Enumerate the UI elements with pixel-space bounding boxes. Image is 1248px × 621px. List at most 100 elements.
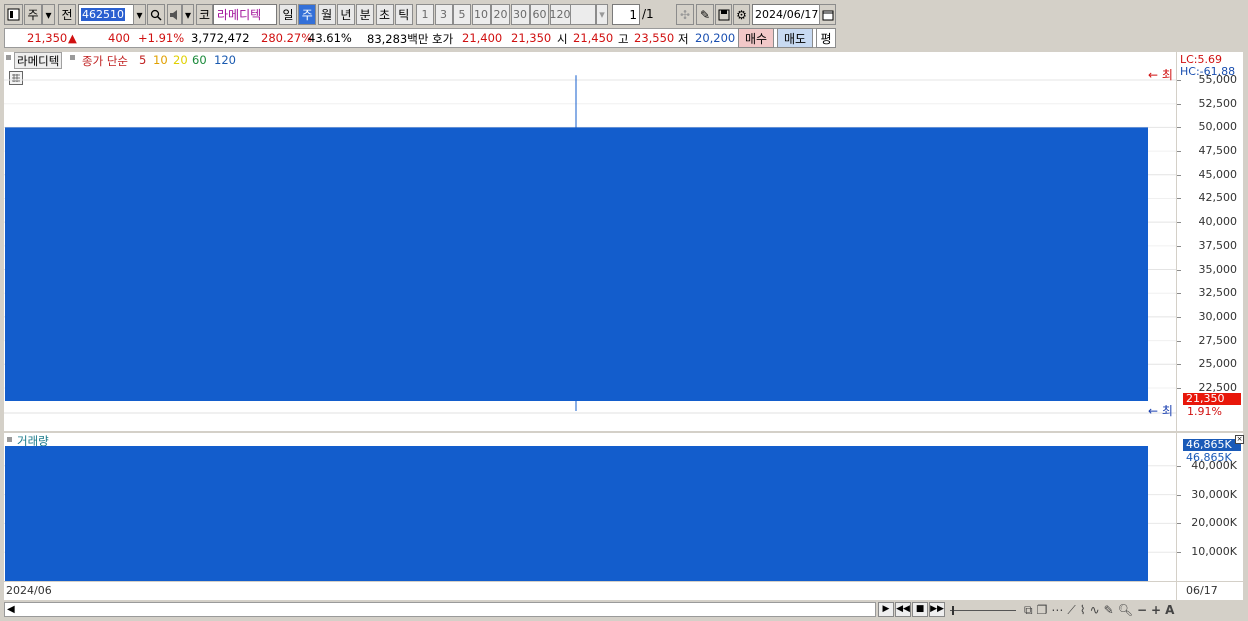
up-arrow-icon: ▲ xyxy=(68,31,77,45)
volume-tick-mark xyxy=(1177,552,1181,554)
sell-button[interactable]: 매도 xyxy=(777,28,813,48)
line-tool-icon[interactable]: ⌇ xyxy=(1080,603,1086,617)
market-select[interactable]: 주 xyxy=(24,4,42,25)
zoom-icon[interactable]: 🔍︎ xyxy=(1118,603,1133,617)
zoom-in-icon[interactable]: + xyxy=(1151,603,1161,617)
zoom-slider[interactable] xyxy=(950,606,1018,615)
zoom-out-icon[interactable]: − xyxy=(1137,603,1147,617)
trend-line-icon[interactable]: ⟋ xyxy=(1067,603,1075,618)
interval-3-button[interactable]: 10 xyxy=(471,4,491,25)
interval-6-button[interactable]: 60 xyxy=(530,4,549,25)
interval-0-button[interactable]: 1 xyxy=(416,4,434,25)
date-value: 2024/06/17 xyxy=(755,8,819,21)
interval-2-button[interactable]: 5 xyxy=(453,4,471,25)
period-6-button[interactable]: 틱 xyxy=(394,4,413,25)
price-tick-label: 52,500 xyxy=(1198,96,1238,110)
price-tick-mark xyxy=(1177,198,1181,200)
price-tick-label: 55,000 xyxy=(1198,73,1238,86)
period-2-button[interactable]: 월 xyxy=(317,4,336,25)
prev-button[interactable]: 전 xyxy=(58,4,76,25)
volume-chart-area[interactable]: 거래량 xyxy=(4,433,1176,581)
min-marker: ← 최 xyxy=(1148,404,1173,418)
price-tick-label: 30,000 xyxy=(1198,309,1238,323)
prev-label: 전 xyxy=(61,8,73,22)
quote-bar: 21,350 ▲ 400 +1.91% 3,772,472 280.27% 43… xyxy=(4,28,836,48)
window-icon[interactable]: ❐ xyxy=(1037,603,1048,617)
price-tick-mark xyxy=(1177,80,1181,81)
save-icon[interactable] xyxy=(715,4,732,25)
price-tick-mark xyxy=(1177,316,1181,318)
volume-bar xyxy=(5,446,1148,581)
price-tick-label: 42,500 xyxy=(1198,191,1238,205)
price-tick-mark xyxy=(1177,103,1181,105)
copy-icon[interactable]: ⧉ xyxy=(1024,603,1033,618)
link-icon[interactable]: ✣ xyxy=(676,4,694,25)
volume-y-axis[interactable]: 46,865K × 46,865K 40,000K 30,000K 20,000K 1… xyxy=(1177,433,1244,581)
scroll-left-icon[interactable]: ◀ xyxy=(7,604,15,615)
close-icon[interactable]: × xyxy=(1235,435,1244,444)
price-tick-label: 47,500 xyxy=(1198,144,1238,158)
period-3-button[interactable]: 년 xyxy=(336,4,355,25)
price-tick-mark xyxy=(1177,222,1181,224)
candle-body xyxy=(5,127,1148,401)
volume-tick-mark xyxy=(1177,494,1181,496)
chart-type-icon[interactable] xyxy=(4,4,23,25)
period-1-button[interactable]: 주 xyxy=(298,4,317,25)
text-icon[interactable]: A xyxy=(1165,603,1174,617)
gear-icon[interactable]: ⚙ xyxy=(733,4,750,25)
interval-7-button[interactable]: 120 xyxy=(549,4,571,25)
buy-button[interactable]: 매수 xyxy=(738,28,774,48)
volume-tick-label: 30,000K xyxy=(1191,487,1237,501)
quote-open: 21,450 xyxy=(573,31,614,45)
horizontal-scrollbar[interactable]: ◀ xyxy=(4,602,876,617)
sound-dropdown-icon[interactable]: ▾ xyxy=(182,4,194,25)
max-marker: ← 최 xyxy=(1148,68,1173,82)
name-prefix: 코 xyxy=(196,4,213,25)
code-dropdown-icon[interactable]: ▾ xyxy=(133,4,146,25)
x-axis: 2024/06 xyxy=(4,582,1176,600)
current-volume-badge: 46,865K xyxy=(1183,439,1241,451)
tool-icon[interactable]: ✎ xyxy=(696,4,714,25)
fast-forward-icon[interactable]: ▶▶ xyxy=(929,602,945,617)
price-tick-mark xyxy=(1177,151,1181,153)
price-tick-mark xyxy=(1177,293,1181,295)
interval-1-button[interactable]: 3 xyxy=(434,4,453,25)
quote-change-pct: +1.91% xyxy=(138,31,185,45)
price-tick-label: 37,500 xyxy=(1198,238,1238,252)
page-value: 1 xyxy=(629,7,637,22)
current-pct: 1.91% xyxy=(1187,405,1222,418)
play-icon[interactable]: ▶ xyxy=(878,602,894,617)
period-4-button[interactable]: 분 xyxy=(356,4,375,25)
x-axis-right: 06/17 xyxy=(1177,582,1243,600)
calendar-icon[interactable] xyxy=(819,4,836,25)
price-chart-area[interactable]: 라메디텍 종가 단순 5 10 20 60 120 ← 최 ← 최 xyxy=(4,52,1176,431)
page-input[interactable]: 1 xyxy=(612,4,640,25)
price-tick-label: 45,000 xyxy=(1198,167,1238,181)
interval-5-button[interactable]: 30 xyxy=(510,4,530,25)
code-input[interactable]: 462510 xyxy=(78,4,134,25)
stock-name: 라메디텍 xyxy=(217,8,262,22)
interval-custom-field[interactable] xyxy=(570,4,596,25)
interval-4-button[interactable]: 20 xyxy=(491,4,510,25)
sound-icon[interactable] xyxy=(167,4,182,25)
crosshair-icon[interactable]: ⋯ xyxy=(1051,603,1063,617)
avg-button[interactable]: 평 xyxy=(816,28,836,48)
price-tick-mark xyxy=(1177,364,1181,366)
draw-icon[interactable]: ✎ xyxy=(1104,603,1114,617)
price-tick-label: 25,000 xyxy=(1198,357,1238,371)
date-input[interactable]: 2024/06/17 xyxy=(752,4,820,25)
code-value: 462510 xyxy=(81,8,125,21)
interval-dropdown-icon[interactable]: ▾ xyxy=(596,4,608,25)
wave-icon[interactable]: ∿ xyxy=(1090,603,1100,617)
quote-low: 20,200 xyxy=(695,31,736,45)
stop-icon[interactable]: ■ xyxy=(912,602,928,617)
period-0-button[interactable]: 일 xyxy=(279,4,297,25)
rewind-icon[interactable]: ◀◀ xyxy=(895,602,911,617)
period-5-button[interactable]: 초 xyxy=(375,4,394,25)
stock-name-field[interactable]: 라메디텍 xyxy=(213,4,277,25)
volume-tick-label: 10,000K xyxy=(1191,545,1237,559)
market-dropdown-icon[interactable]: ▾ xyxy=(42,4,55,25)
market-label: 주 xyxy=(27,8,39,22)
price-y-axis[interactable]: LC:5.69 HC:-61.88 55,000 52,500 50,000 47,5… xyxy=(1177,52,1243,431)
search-icon[interactable] xyxy=(147,4,165,25)
